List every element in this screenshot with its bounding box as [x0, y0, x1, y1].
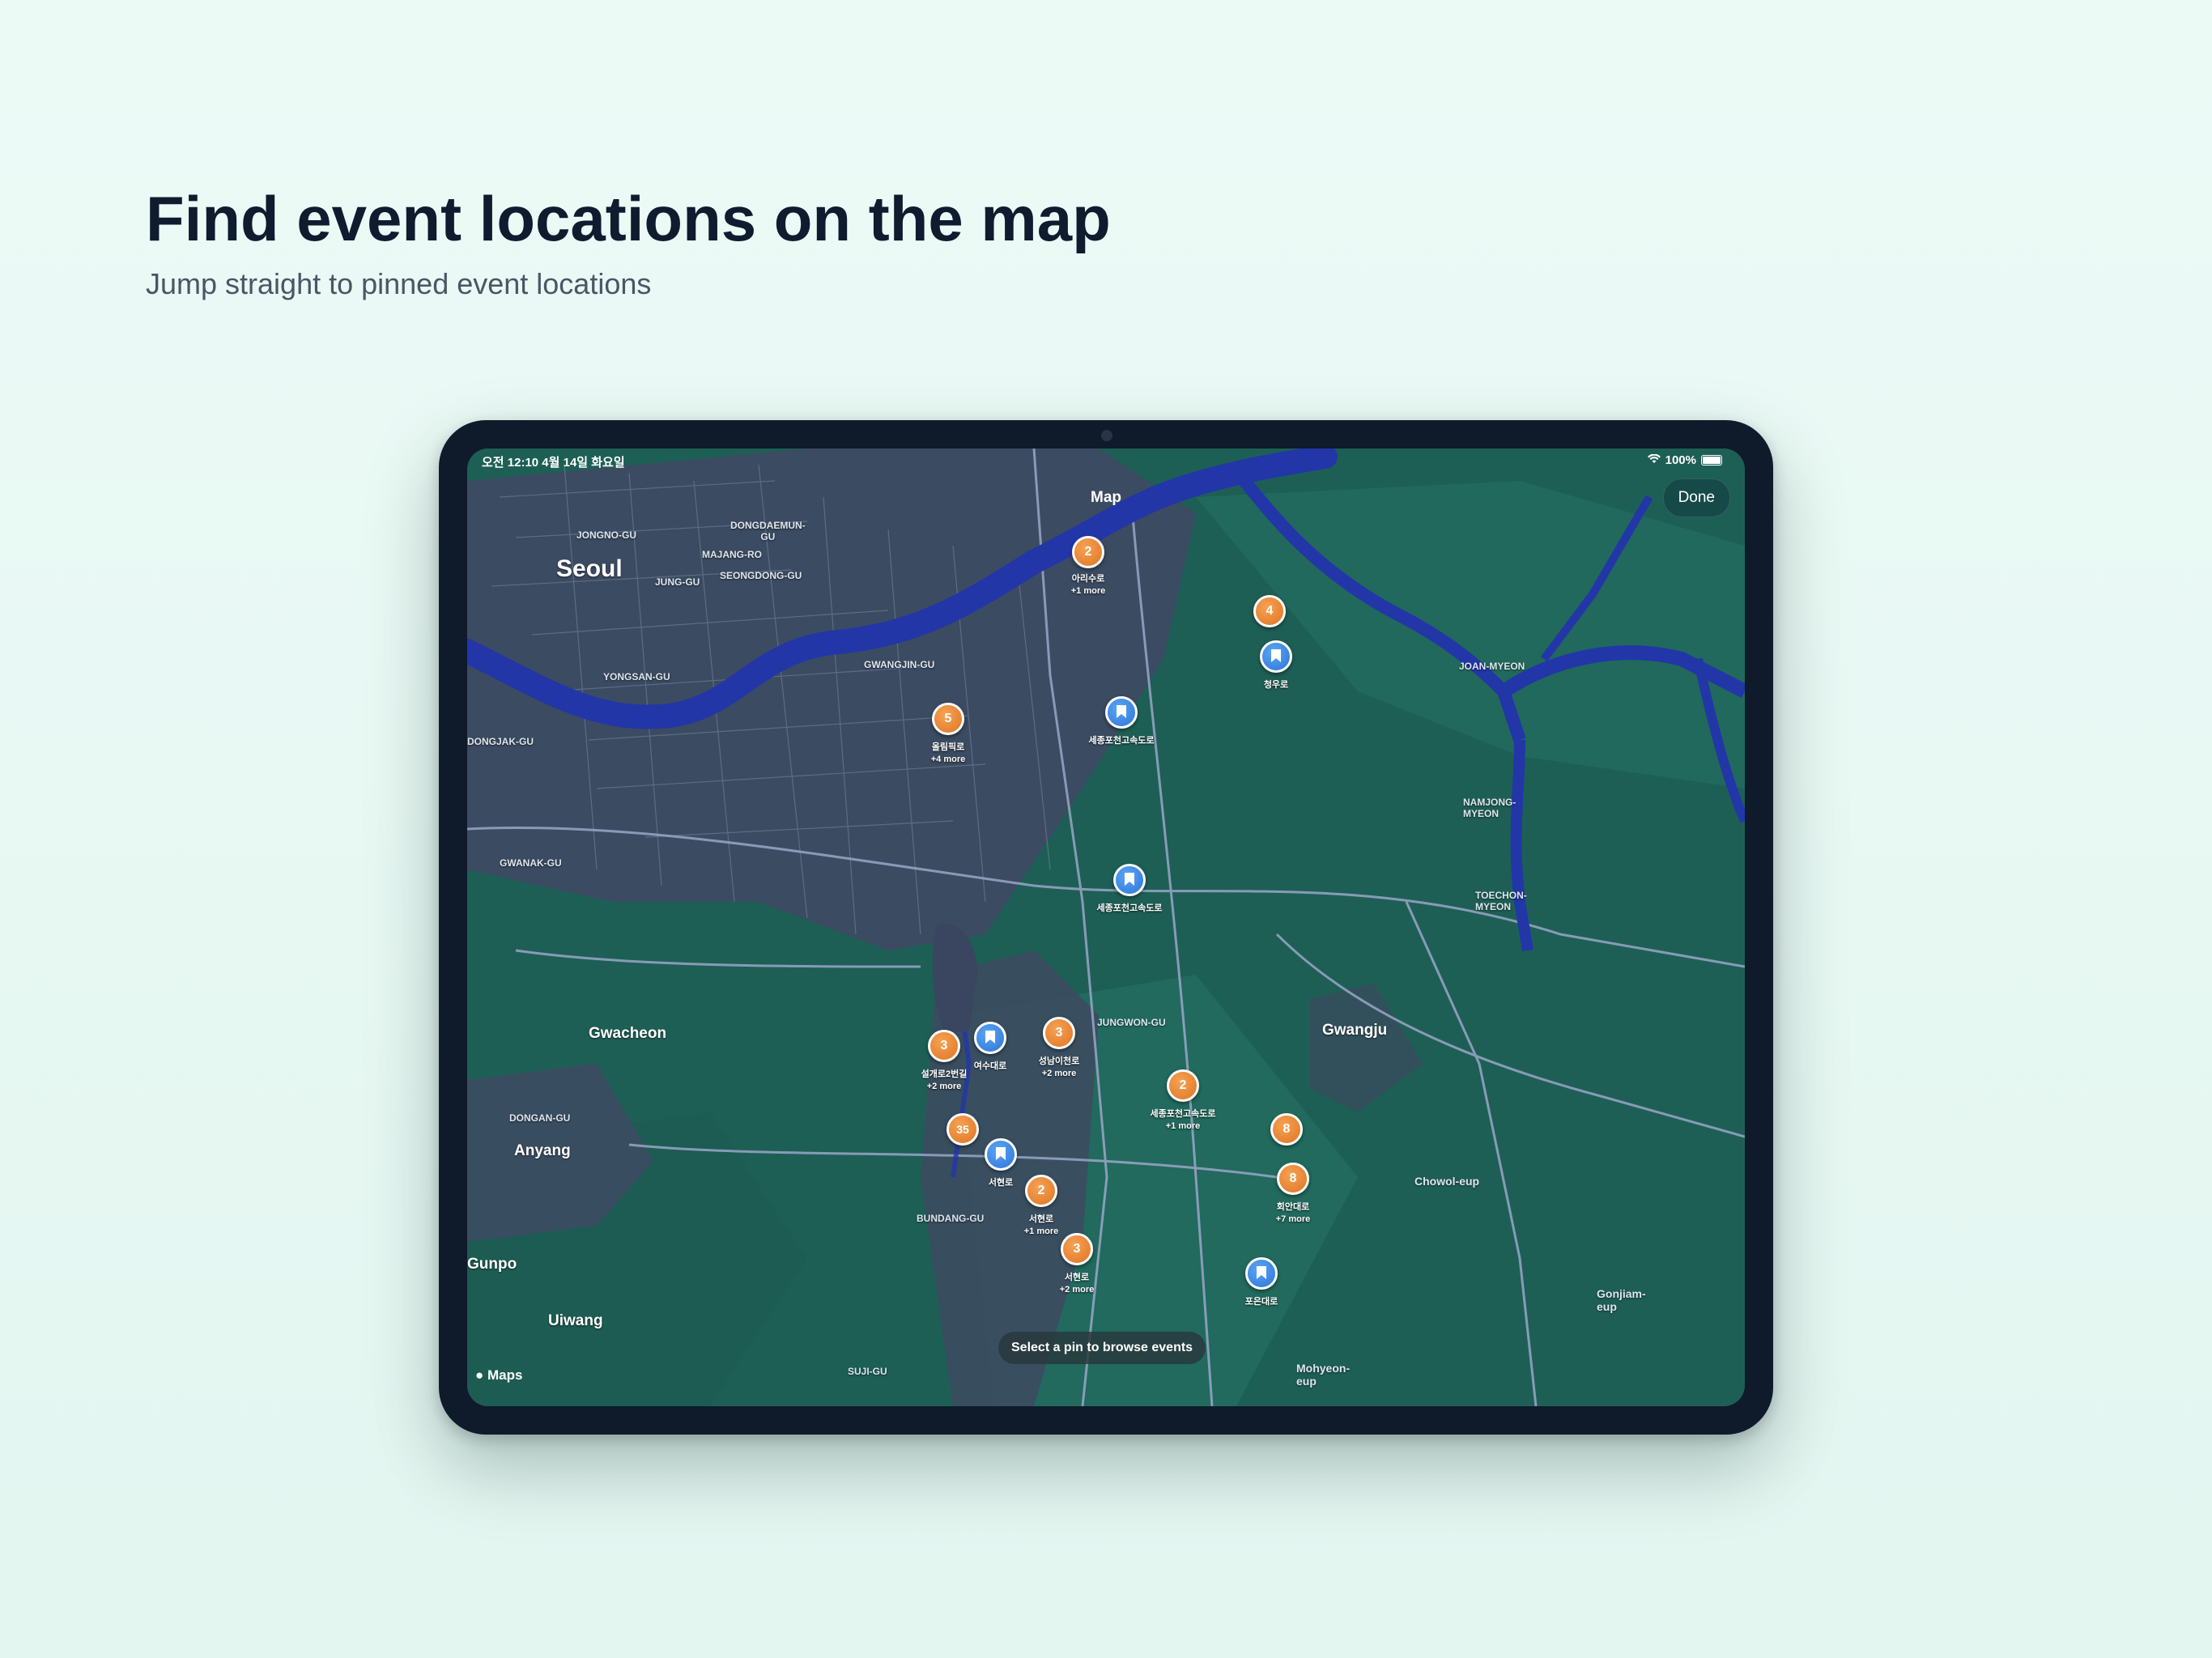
cluster-marker[interactable]: 3 [928, 1030, 960, 1062]
bookmark-icon [1271, 649, 1281, 662]
label-chowol: Chowol-eup [1414, 1175, 1480, 1188]
label-anyang: Anyang [514, 1142, 571, 1159]
cluster-marker[interactable]: 8 [1277, 1163, 1309, 1195]
apple-logo-icon: ● [475, 1367, 484, 1383]
cluster-marker[interactable]: 35 [946, 1113, 979, 1146]
label-suji: SUJI-GU [848, 1366, 887, 1377]
page-title: Find event locations on the map [146, 183, 1111, 254]
maps-attribution[interactable]: ● Maps [475, 1367, 522, 1384]
label-yongsan: YONGSAN-GU [603, 671, 670, 682]
label-namjong: NAMJONG- MYEON [1463, 797, 1516, 819]
battery-icon [1701, 455, 1722, 466]
nav-title: Map [1091, 489, 1121, 506]
cluster-marker[interactable]: 2 [1025, 1175, 1057, 1207]
label-dongan: DONGAN-GU [509, 1112, 571, 1124]
front-camera [1101, 430, 1112, 441]
label-jung: JUNG-GU [655, 576, 700, 588]
cluster-label: 아리수로 +1 more [1070, 574, 1106, 596]
tablet-frame: 오전 12:10 4월 14일 화요일 100% Map Done Seoul … [439, 420, 1773, 1435]
map-screen[interactable]: 오전 12:10 4월 14일 화요일 100% Map Done Seoul … [467, 449, 1745, 1406]
cluster-label: 성남이천로 +2 more [1038, 1056, 1080, 1078]
event-pin[interactable] [985, 1138, 1017, 1171]
label-seongdong: SEONGDONG-GU [720, 570, 802, 581]
label-dongjak: DONGJAK-GU [467, 736, 534, 747]
page-subtitle: Jump straight to pinned event locations [146, 267, 652, 300]
label-gwangju: Gwangju [1322, 1022, 1388, 1039]
wifi-icon [1647, 453, 1661, 467]
pin-label: 세종포천고속도로 [1088, 736, 1155, 746]
pin-label: 세종포천고속도로 [1096, 903, 1163, 913]
cluster-label: 올림픽로 +4 more [930, 742, 966, 764]
label-gwangjin: GWANGJIN-GU [864, 659, 935, 670]
cluster-marker[interactable]: 2 [1167, 1069, 1199, 1102]
battery-percent: 100% [1665, 453, 1696, 467]
label-majang: MAJANG-RO [702, 549, 762, 560]
cluster-marker[interactable]: 2 [1072, 536, 1104, 568]
label-gunpo: Gunpo [467, 1256, 517, 1273]
bookmark-icon [1257, 1266, 1266, 1279]
label-gwacheon: Gwacheon [589, 1025, 667, 1042]
bookmark-icon [985, 1031, 995, 1044]
label-jungwon: JUNGWON-GU [1097, 1017, 1166, 1028]
label-bundang: BUNDANG-GU [917, 1213, 985, 1224]
maps-attribution-text: Maps [487, 1367, 523, 1383]
cluster-label: 회안대로 +7 more [1275, 1202, 1311, 1224]
cluster-marker[interactable]: 4 [1253, 595, 1286, 627]
event-pin[interactable] [1260, 640, 1292, 673]
event-pin[interactable] [974, 1022, 1006, 1054]
status-right: 100% [1647, 453, 1722, 467]
label-dongdaemun: DONGDAEMUN- GU [730, 520, 806, 542]
label-mohyeon: Mohyeon- eup [1296, 1362, 1351, 1388]
cluster-label: 세종포천고속도로 +1 more [1150, 1109, 1216, 1131]
browse-hint: Select a pin to browse events [998, 1332, 1206, 1364]
event-pin[interactable] [1105, 696, 1138, 729]
cluster-label: 설개로2번길 +2 more [921, 1069, 968, 1091]
label-gwanak: GWANAK-GU [500, 857, 562, 869]
label-toechon: TOECHON- MYEON [1475, 890, 1527, 912]
bookmark-icon [1125, 873, 1134, 886]
label-uiwang: Uiwang [548, 1312, 603, 1329]
map-canvas[interactable] [467, 449, 1745, 1406]
bookmark-icon [1117, 705, 1126, 718]
label-jongno: JONGNO-GU [576, 529, 637, 541]
cluster-label: 서현로 +2 more [1059, 1273, 1095, 1295]
event-pin[interactable] [1113, 864, 1146, 896]
event-pin[interactable] [1245, 1257, 1278, 1290]
pin-label: 포은대로 [1244, 1297, 1278, 1307]
cluster-label: 서현로 +1 more [1023, 1214, 1059, 1236]
pin-label: 서현로 [988, 1178, 1014, 1188]
cluster-marker[interactable]: 3 [1043, 1017, 1075, 1049]
cluster-marker[interactable]: 8 [1270, 1113, 1303, 1146]
cluster-marker[interactable]: 5 [932, 703, 964, 735]
pin-label: 여수대로 [973, 1061, 1007, 1071]
label-gonjiam: Gonjiam- eup [1597, 1287, 1646, 1313]
bookmark-icon [996, 1147, 1006, 1160]
done-button[interactable]: Done [1662, 478, 1730, 517]
status-time: 오전 12:10 4월 14일 화요일 [482, 456, 625, 470]
label-seoul: Seoul [556, 555, 623, 582]
label-joan: JOAN-MYEON [1459, 661, 1525, 672]
pin-label: 청우로 [1263, 680, 1289, 690]
cluster-marker[interactable]: 3 [1061, 1233, 1093, 1265]
